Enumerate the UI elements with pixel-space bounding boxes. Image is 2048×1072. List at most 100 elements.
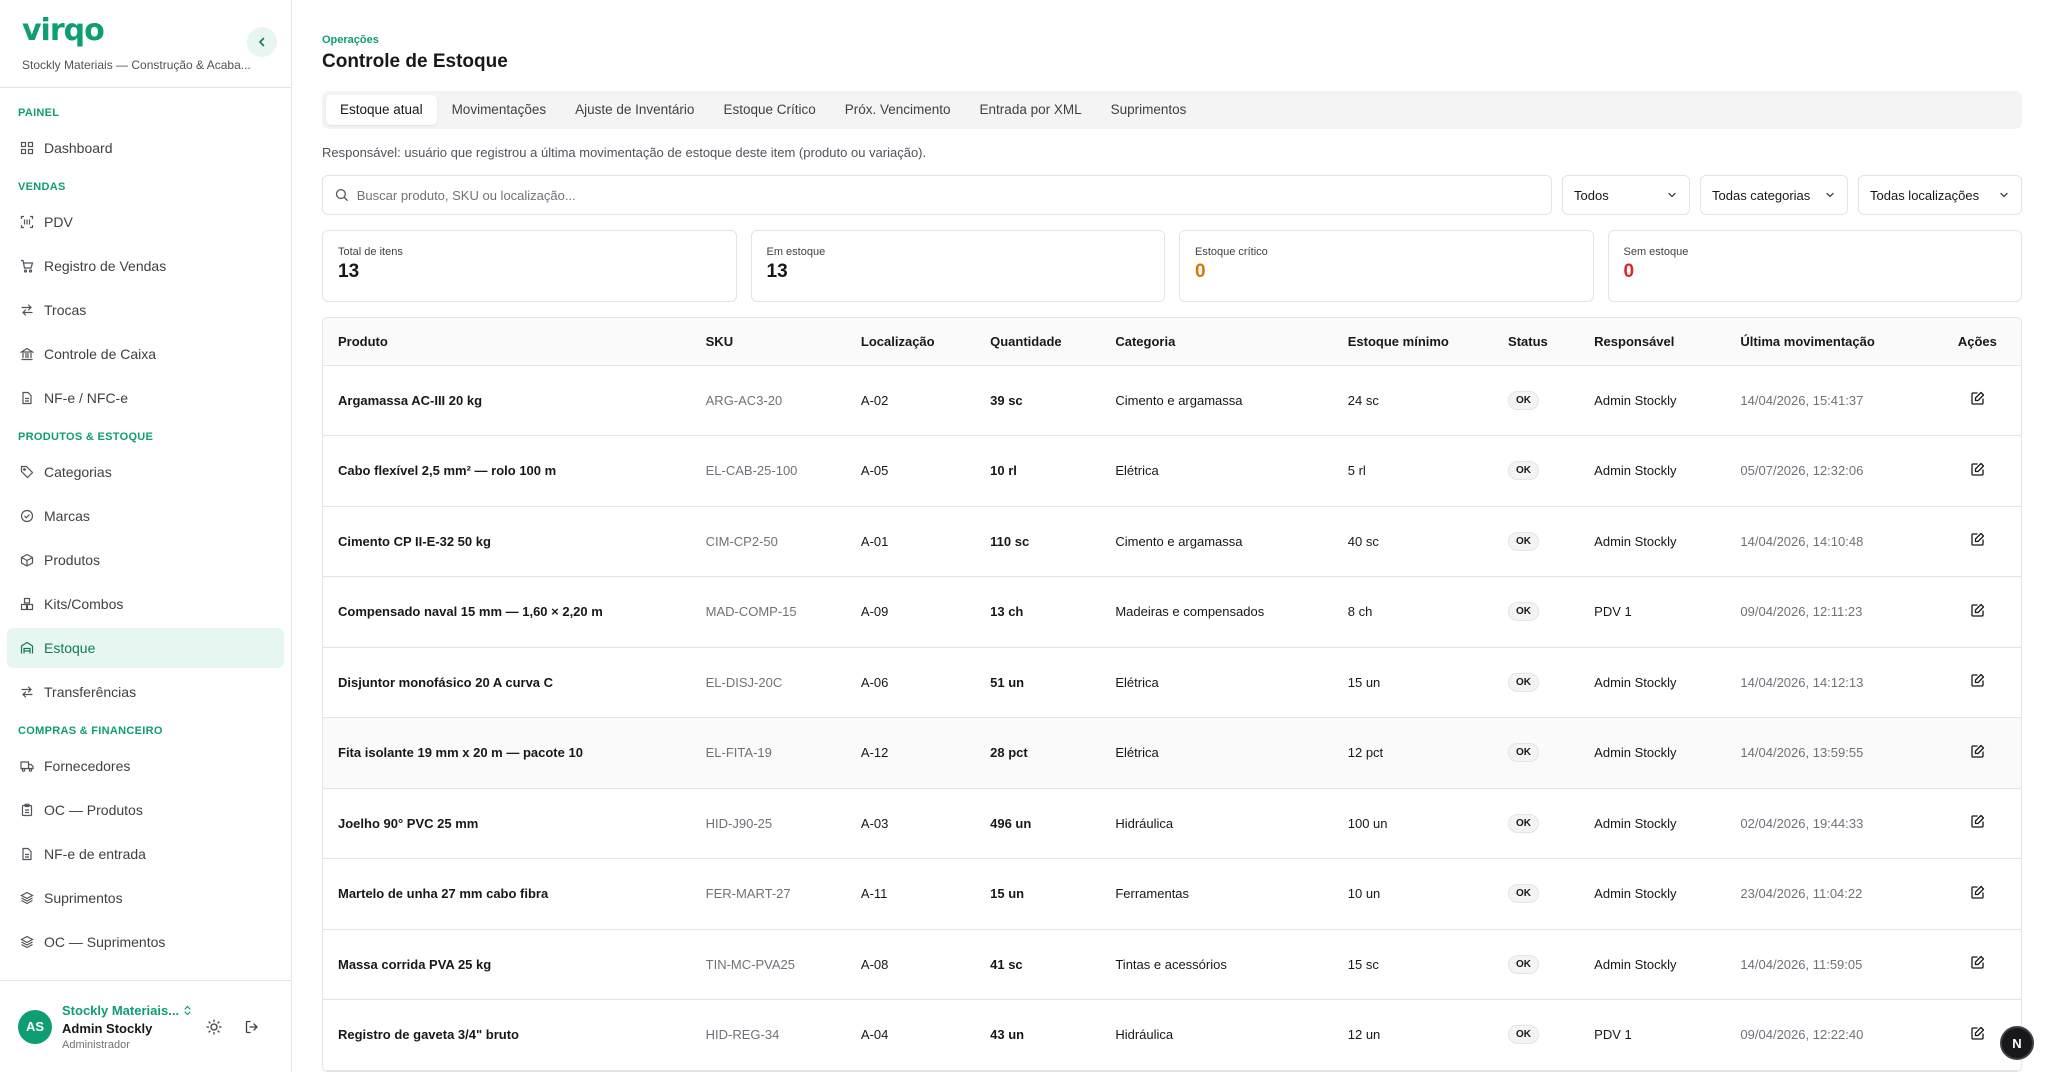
table-cell: 43 un (990, 1027, 1025, 1043)
app-root: virqo Stockly Materiais — Construção & A… (0, 0, 2048, 1072)
chevron-down-icon (1826, 192, 1834, 198)
search-box[interactable] (322, 175, 1552, 215)
avatar[interactable]: AS (18, 1009, 52, 1044)
user-name: Admin Stockly (62, 1020, 153, 1036)
table-row[interactable]: Cimento CP II-E-32 50 kg CIM-CP2-50 A-01 11… (323, 506, 2021, 577)
sidebar-item-kits-combos[interactable]: Kits/Combos (7, 584, 284, 624)
table-row[interactable]: Cabo flexível 2,5 mm² — rolo 100 m EL-CAB… (323, 436, 2021, 506)
sidebar-item-produtos[interactable]: Produtos (7, 540, 284, 580)
collapse-sidebar-button[interactable] (247, 27, 277, 57)
edit-button[interactable] (1970, 1026, 1985, 1041)
table-cell: A-11 (860, 886, 888, 902)
actions-cell (1934, 859, 2021, 930)
table-row[interactable]: Compensado naval 15 mm — 1,60 × 2,20 m MA… (323, 577, 2021, 647)
tab-estoque-atual[interactable]: Estoque atual (326, 95, 437, 125)
bank-icon (19, 346, 35, 362)
stat-value: 0 (1195, 261, 1206, 282)
sidebar-item-estoque[interactable]: Estoque (7, 628, 284, 668)
table-row[interactable]: Massa corrida PVA 25 kg TIN-MC-PVA25 A-08 4… (323, 929, 2021, 1000)
location-select[interactable]: Todas localizações (1858, 175, 2022, 215)
table-cell: 12 pct (1347, 745, 1384, 761)
table-cell: HID-REG-34 (705, 1027, 780, 1043)
column-header: SKU (690, 318, 846, 366)
status-badge: OK (1508, 531, 1540, 551)
status-select-value: Todos (1574, 187, 1609, 203)
sidebar-item-label: OC — Produtos (44, 802, 143, 818)
tab-entrada-por-xml[interactable]: Entrada por XML (966, 95, 1096, 125)
edit-button[interactable] (1970, 532, 1985, 547)
table-cell: 40 sc (1347, 533, 1379, 549)
edit-button[interactable] (1970, 462, 1985, 477)
user-info[interactable]: Stockly Materiais... Admin Stockly Admin… (62, 1003, 200, 1051)
status-cell: OK (1493, 365, 1579, 436)
tab-suprimentos[interactable]: Suprimentos (1097, 95, 1201, 125)
tab-ajuste-de-inventario[interactable]: Ajuste de Inventário (561, 95, 708, 125)
table-cell: 10 un (1347, 886, 1381, 902)
nav-group-title: PAINEL (18, 107, 60, 119)
edit-icon (1971, 885, 1985, 899)
table-cell: 5 rl (1347, 463, 1366, 479)
status-cell: OK (1493, 788, 1579, 859)
chevron-down-icon (2000, 192, 2008, 198)
table-row[interactable]: Fita isolante 19 mm x 20 m — pacote 10 EL… (323, 717, 2021, 788)
sidebar-item-dashboard[interactable]: Dashboard (7, 128, 284, 168)
status-badge: OK (1508, 743, 1540, 763)
sidebar-item-oc-produtos[interactable]: OC — Produtos (7, 790, 284, 830)
table-cell: 15 sc (1347, 956, 1379, 972)
actions-cell (1934, 647, 2021, 718)
edit-button[interactable] (1970, 744, 1985, 759)
edit-icon (1971, 533, 1985, 546)
sidebar-item-nf-e-de-entrada[interactable]: NF-e de entrada (7, 834, 284, 874)
edit-button[interactable] (1970, 673, 1985, 688)
clipboard-icon (19, 802, 35, 818)
edit-button[interactable] (1970, 955, 1985, 970)
tab-estoque-critico[interactable]: Estoque Crítico (709, 95, 829, 125)
chevron-down-icon (1668, 192, 1676, 198)
sidebar-item-registro-de-vendas[interactable]: Registro de Vendas (7, 246, 284, 286)
package-icon (19, 552, 35, 568)
sidebar-item-controle-de-caixa[interactable]: Controle de Caixa (7, 334, 284, 374)
logout-button[interactable] (244, 1019, 260, 1035)
table-cell: Elétrica (1115, 463, 1159, 479)
user-company-switcher[interactable]: Stockly Materiais... (62, 1003, 200, 1018)
category-select[interactable]: Todas categorias (1700, 175, 1848, 215)
tab-movimentacoes[interactable]: Movimentações (438, 95, 561, 125)
table-cell: Fita isolante 19 mm x 20 m — pacote 10 (338, 745, 583, 761)
sidebar-item-pdv[interactable]: PDV (7, 202, 284, 242)
table-cell: PDV 1 (1594, 1027, 1632, 1043)
edit-button[interactable] (1970, 603, 1985, 618)
table-cell: 496 un (990, 815, 1032, 831)
sidebar-item-suprimentos[interactable]: Suprimentos (7, 878, 284, 918)
edit-button[interactable] (1970, 391, 1985, 406)
table-body: Argamassa AC-III 20 kg ARG-AC3-20 A-02 39 s… (323, 365, 2021, 1070)
table-row[interactable]: Registro de gaveta 3/4" bruto HID-REG-34 A… (323, 1000, 2021, 1070)
floating-notification-badge[interactable]: N (2000, 1026, 2034, 1060)
sidebar-item-label: PDV (44, 214, 73, 230)
sidebar-item-categorias[interactable]: Categorias (7, 452, 284, 492)
edit-button[interactable] (1970, 885, 1985, 900)
theme-toggle-button[interactable] (206, 1018, 222, 1035)
logo[interactable]: virqo (22, 14, 269, 48)
table-row[interactable]: Martelo de unha 27 mm cabo fibra FER-MART… (323, 859, 2021, 930)
tab-prox-vencimento[interactable]: Próx. Vencimento (831, 95, 965, 125)
sidebar-item-oc-suprimentos[interactable]: OC — Suprimentos (7, 922, 284, 962)
sidebar-item-fornecedores[interactable]: Fornecedores (7, 746, 284, 786)
edit-button[interactable] (1970, 814, 1985, 829)
sidebar-item-trocas[interactable]: Trocas (7, 290, 284, 330)
table-cell: Elétrica (1115, 745, 1159, 761)
table-row[interactable]: Argamassa AC-III 20 kg ARG-AC3-20 A-02 39 s… (323, 365, 2021, 436)
sidebar-item-marcas[interactable]: Marcas (7, 496, 284, 536)
table-cell: Cabo flexível 2,5 mm² — rolo 100 m (338, 463, 557, 479)
sidebar-item-label: Dashboard (44, 140, 113, 156)
table-row[interactable]: Disjuntor monofásico 20 A curva C EL-DISJ… (323, 647, 2021, 718)
table-row[interactable]: Joelho 90° PVC 25 mm HID-J90-25 A-03 496 un… (323, 788, 2021, 859)
search-input[interactable] (356, 187, 1539, 203)
sidebar-item-nf-e-nfc-e[interactable]: NF-e / NFC-e (7, 378, 284, 418)
edit-icon (1971, 744, 1985, 758)
table-cell: Admin Stockly (1594, 674, 1677, 690)
stat-card: Em estoque 13 (750, 230, 1165, 302)
nav-group-title: COMPRAS & FINANCEIRO (18, 725, 163, 737)
sidebar-item-transferencias[interactable]: Transferências (7, 672, 284, 712)
table-cell: Admin Stockly (1594, 463, 1677, 479)
status-select[interactable]: Todos (1562, 175, 1690, 215)
